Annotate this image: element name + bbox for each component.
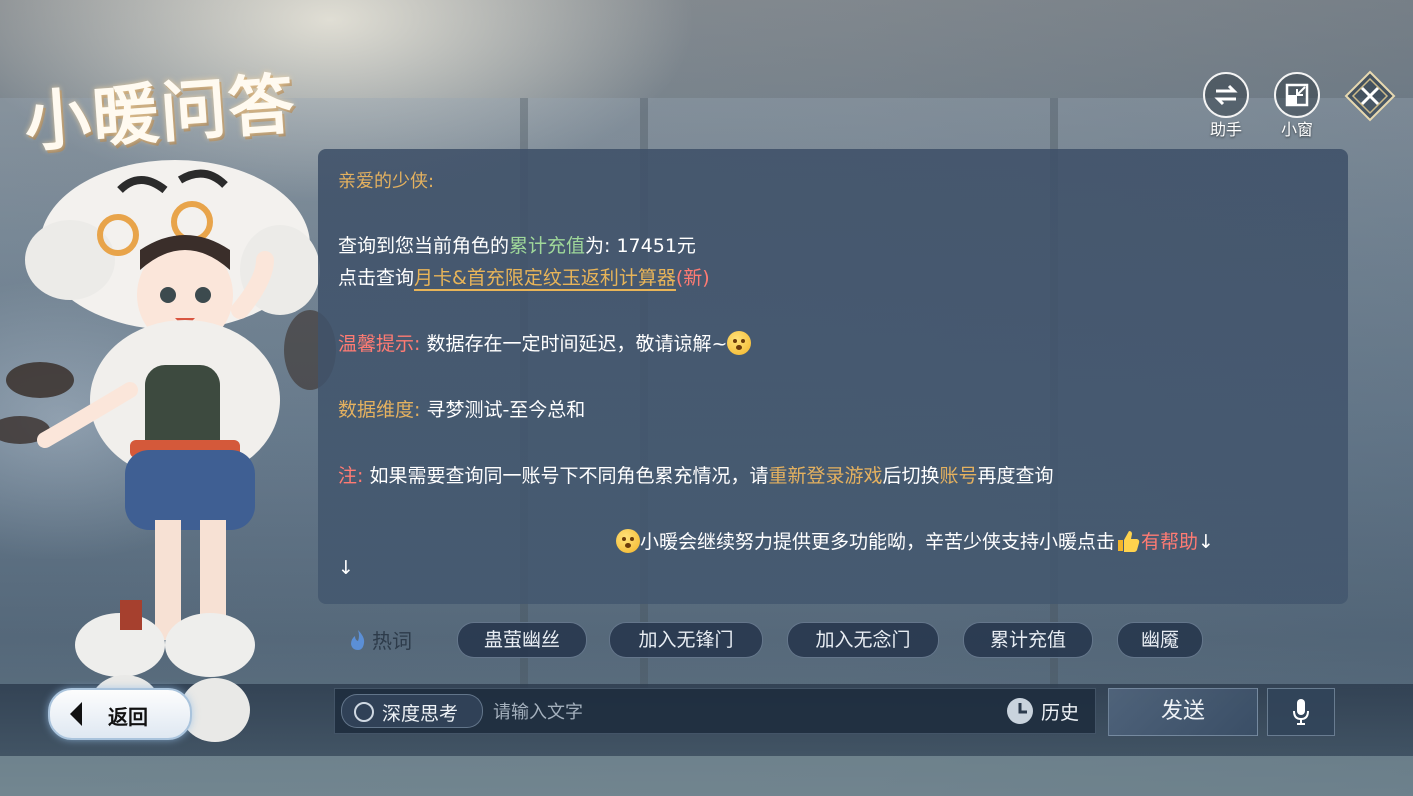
dimension-label: 数据维度: — [338, 399, 421, 421]
page-title-logo: 小暖问答 — [21, 64, 299, 162]
answer-panel: 亲爱的少侠: 查询到您当前角色的累计充值为: 17451元 点击查询月卡&首充限… — [318, 149, 1348, 604]
surprised-emoji-icon — [727, 331, 752, 355]
chat-input-bar: 深度思考 历史 — [334, 688, 1096, 734]
arrow-down-text: ↓ — [338, 557, 354, 579]
arrow-down-text: ↓ — [1198, 531, 1214, 553]
footer-line: 小暖会继续努力提供更多功能呦，辛苦少侠支持小暖点击 有帮助↓ — [616, 527, 1214, 554]
calculator-line: 点击查询月卡&首充限定纹玉返利计算器(新) — [338, 263, 710, 291]
tip-label: 温馨提示: — [338, 333, 421, 355]
bottom-strip — [0, 756, 1413, 796]
account-keyword: 账号 — [939, 465, 978, 487]
relogin-keyword: 重新登录游戏 — [768, 465, 883, 487]
dimension-text: 寻梦测试-至今总和 — [420, 399, 586, 421]
close-button[interactable] — [1344, 70, 1396, 122]
microphone-icon — [1293, 699, 1309, 725]
note-text: 如果需要查询同一账号下不同角色累充情况，请 — [363, 465, 769, 487]
note-text: 后切换 — [882, 465, 940, 487]
hot-word-chip[interactable]: 加入无锋门 — [609, 622, 763, 658]
radio-icon — [354, 702, 374, 722]
back-arrow-icon — [70, 702, 82, 726]
greeting-text: 亲爱的少侠: — [338, 167, 434, 193]
back-label: 返回 — [108, 705, 148, 729]
calculator-link[interactable]: 月卡&首充限定纹玉返利计算器 — [414, 267, 676, 291]
hot-word-chip[interactable]: 加入无念门 — [787, 622, 939, 658]
history-label: 历史 — [1041, 701, 1080, 724]
hot-word-chip[interactable]: 累计充值 — [963, 622, 1093, 658]
mini-window-button[interactable]: 小窗 — [1273, 72, 1321, 140]
greeting-label: 亲爱的少侠: — [338, 171, 435, 192]
surprised-emoji-icon — [616, 529, 640, 553]
arrow-down-line: ↓ — [338, 557, 354, 579]
mini-window-icon — [1274, 72, 1320, 118]
clock-icon — [1007, 698, 1033, 724]
swap-icon — [1203, 72, 1249, 118]
hot-words-label: 热词 — [348, 625, 412, 654]
character-illustration — [0, 160, 336, 742]
hot-words-title: 热词 — [372, 629, 412, 653]
back-button[interactable]: 返回 — [48, 688, 192, 740]
history-button[interactable]: 历史 — [1005, 695, 1079, 727]
footer-text: 小暖会继续努力提供更多功能呦，辛苦少侠支持小暖点击 — [640, 531, 1116, 553]
microphone-button[interactable] — [1267, 688, 1335, 736]
close-icon — [1344, 70, 1396, 122]
dimension-line: 数据维度: 寻梦测试-至今总和 — [338, 395, 585, 422]
calculator-new-tag: (新) — [675, 267, 710, 289]
fire-icon — [351, 629, 365, 650]
deep-think-label: 深度思考 — [382, 703, 459, 725]
recharge-value: 为: 17451元 — [585, 235, 696, 257]
note-line: 注: 如果需要查询同一账号下不同角色累充情况，请重新登录游戏后切换账号再度查询 — [338, 461, 1054, 488]
assistant-button[interactable]: 助手 — [1202, 72, 1250, 140]
tip-line: 温馨提示: 数据存在一定时间延迟，敬请谅解~ — [338, 329, 752, 356]
calculator-prefix: 点击查询 — [338, 267, 415, 289]
recharge-keyword: 累计充值 — [509, 235, 586, 257]
deep-think-toggle[interactable]: 深度思考 — [341, 694, 483, 728]
message-input[interactable] — [491, 695, 995, 729]
assistant-label: 助手 — [1209, 120, 1242, 139]
tip-text: 数据存在一定时间延迟，敬请谅解~ — [420, 333, 728, 355]
send-button[interactable]: 发送 — [1108, 688, 1258, 736]
hot-word-chip[interactable]: 幽魇 — [1117, 622, 1203, 658]
thumbs-up-icon — [1118, 531, 1140, 552]
recharge-prefix: 查询到您当前角色的 — [338, 235, 510, 257]
recharge-line: 查询到您当前角色的累计充值为: 17451元 — [338, 231, 696, 258]
note-text: 再度查询 — [977, 465, 1054, 487]
note-label: 注: — [338, 465, 364, 487]
mini-window-label: 小窗 — [1280, 120, 1313, 139]
helpful-label[interactable]: 有帮助 — [1141, 531, 1198, 553]
hot-word-chip[interactable]: 蛊萤幽丝 — [457, 622, 587, 658]
